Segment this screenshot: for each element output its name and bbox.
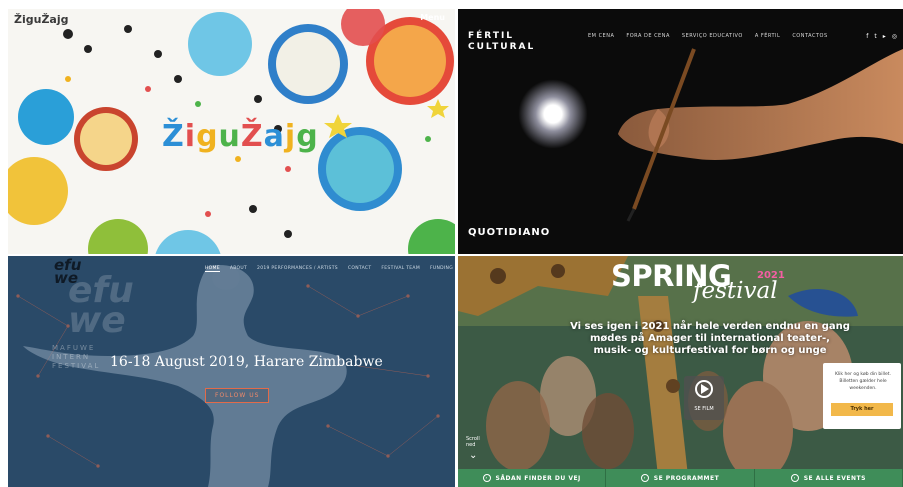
play-label: SE FILM bbox=[694, 406, 714, 412]
nav-item-contactos[interactable]: CONTACTOS bbox=[792, 33, 827, 39]
nav-item-about[interactable]: ABOUT bbox=[230, 266, 247, 272]
title-letter: u bbox=[218, 119, 241, 154]
fertil-nav: EM CENA FORA DE CENA SERVIÇO EDUCATIVO A… bbox=[588, 33, 828, 39]
festival-date: 16-18 August 2019, Harare Zimbabwe bbox=[110, 354, 383, 370]
twitter-icon[interactable]: t bbox=[874, 33, 876, 40]
watch-film-button[interactable]: SE FILM bbox=[684, 376, 724, 420]
nav-item-performances[interactable]: 2019 PERFORMANCES / ARTISTS bbox=[257, 266, 338, 272]
scroll-line: ned bbox=[466, 442, 476, 448]
buy-ticket-button[interactable]: Tryk her bbox=[831, 403, 893, 416]
find-way-link[interactable]: › SÅDAN FINDER DU VEJ bbox=[458, 469, 607, 487]
link-label: SE PROGRAMMET bbox=[653, 474, 720, 482]
hero-headline: Vi ses igen i 2021 når hele verden endnu… bbox=[570, 321, 850, 356]
nav-item-home[interactable]: HOME bbox=[205, 266, 220, 272]
arrow-circle-icon: › bbox=[482, 474, 491, 482]
youtube-icon[interactable]: ▸ bbox=[883, 33, 886, 40]
see-program-link[interactable]: › SE PROGRAMMET bbox=[606, 469, 755, 487]
ticket-promo-box: Klik her og køb din billet. Billetten gæ… bbox=[823, 363, 901, 429]
zigu-logo[interactable]: ŽiguŽajg bbox=[14, 13, 69, 26]
nav-item-fora-de-cena[interactable]: FORA DE CENA bbox=[626, 33, 670, 39]
title-letter: j bbox=[284, 119, 297, 154]
zigu-title: ŽiguŽajg bbox=[162, 119, 319, 154]
brand-line: CULTURAL bbox=[468, 42, 536, 52]
zigu-zajg-website: ŽiguŽajg Menu ŽiguŽajg bbox=[8, 9, 455, 254]
caption-quotidiano[interactable]: QUOTIDIANO bbox=[468, 227, 550, 238]
efuwe-nav: HOME ABOUT 2019 PERFORMANCES / ARTISTS C… bbox=[205, 266, 453, 272]
nav-item-festival-team[interactable]: FESTIVAL TEAM bbox=[381, 266, 420, 272]
arrow-circle-icon: › bbox=[790, 474, 799, 482]
nav-item-a-fertil[interactable]: A FÉRTIL bbox=[755, 33, 780, 39]
play-icon bbox=[701, 384, 709, 394]
chevron-down-icon[interactable]: ⌄ bbox=[469, 450, 477, 461]
bg-text-line: we bbox=[68, 300, 126, 341]
title-letter: a bbox=[263, 119, 285, 154]
logo-line: we bbox=[54, 269, 79, 287]
festival-subtitle: MAFUWE INTERN FESTIVAL bbox=[52, 344, 100, 371]
screenshot-collage: ŽiguŽajg Menu ŽiguŽajg FÉRTIL CULTURAL E bbox=[0, 0, 903, 487]
spring-festival-website: SPRING festival 2021 Vi ses igen i 2021 … bbox=[458, 256, 903, 487]
sub-line: FESTIVAL bbox=[52, 362, 101, 370]
menu-button[interactable]: Menu bbox=[420, 13, 445, 22]
nav-item-funding[interactable]: FUNDING bbox=[430, 266, 453, 272]
spotlight bbox=[518, 79, 588, 149]
fertil-cultural-website: FÉRTIL CULTURAL EM CENA FORA DE CENA SER… bbox=[458, 9, 903, 254]
see-all-events-link[interactable]: › SE ALLE EVENTS bbox=[754, 469, 903, 487]
title-letter: Ž bbox=[162, 119, 185, 154]
instagram-icon[interactable]: ◎ bbox=[892, 33, 897, 40]
title-letter: i bbox=[184, 119, 197, 154]
nav-item-servico-educativo[interactable]: SERVIÇO EDUCATIVO bbox=[682, 33, 743, 39]
arrow-circle-icon: › bbox=[640, 474, 649, 482]
brand-line: FÉRTIL bbox=[468, 31, 515, 41]
facebook-icon[interactable]: f bbox=[866, 33, 868, 40]
follow-us-button[interactable]: FOLLOW US bbox=[205, 388, 270, 403]
social-links: f t ▸ ◎ bbox=[866, 33, 897, 40]
fertil-logo[interactable]: FÉRTIL CULTURAL bbox=[468, 31, 535, 53]
sub-line: INTERN bbox=[52, 353, 91, 361]
promo-text: Klik her og køb din billet. Billetten gæ… bbox=[834, 372, 892, 391]
festival-wordmark: festival bbox=[693, 278, 778, 304]
title-letter: g bbox=[196, 119, 219, 154]
link-label: SÅDAN FINDER DU VEJ bbox=[495, 474, 581, 482]
nav-item-contact[interactable]: CONTACT bbox=[348, 266, 371, 272]
link-label: SE ALLE EVENTS bbox=[803, 474, 866, 482]
festival-year: 2021 bbox=[757, 270, 785, 281]
efuwe-logo[interactable]: efu we bbox=[54, 258, 81, 287]
scroll-hint: Scroll ned bbox=[466, 436, 480, 448]
sub-line: MAFUWE bbox=[52, 344, 96, 352]
nav-item-em-cena[interactable]: EM CENA bbox=[588, 33, 614, 39]
efuwe-festival-website: efu we MAFUWE INTERN FESTIVAL efu we HOM… bbox=[8, 256, 455, 487]
bottom-links-bar: › SÅDAN FINDER DU VEJ › SE PROGRAMMET › SE … bbox=[458, 469, 903, 487]
title-letter: Ž bbox=[240, 119, 264, 154]
title-letter: g bbox=[296, 119, 319, 154]
